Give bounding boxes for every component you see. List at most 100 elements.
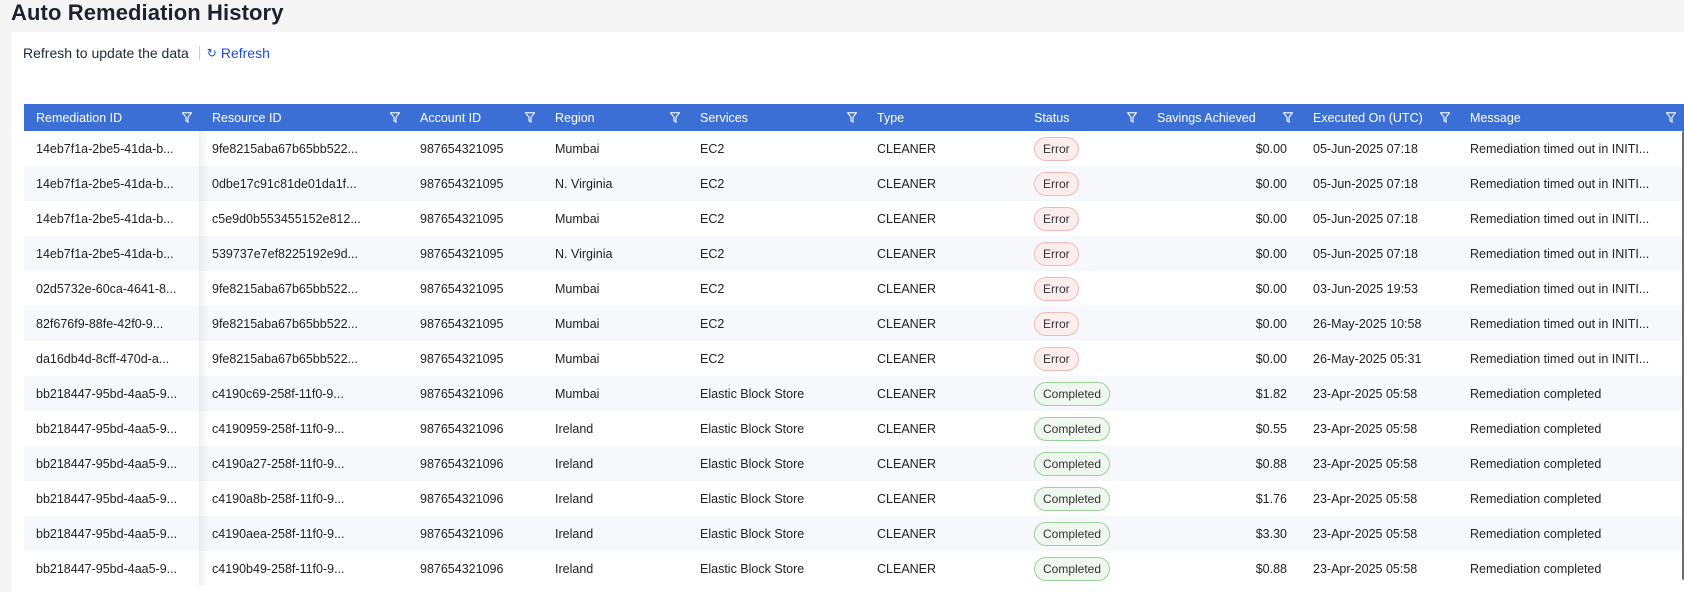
cell-status: Completed	[1022, 551, 1145, 586]
cell-type: CLEANER	[877, 211, 937, 226]
cell-message: Remediation timed out in INITI...	[1470, 246, 1650, 261]
cell-service: EC2	[700, 281, 725, 296]
status-badge: Error	[1034, 276, 1079, 301]
table-row[interactable]: bb218447-95bd-4aa5-9... c4190aea-258f-11f…	[24, 516, 1684, 551]
column-header-message[interactable]: Message	[1458, 104, 1684, 131]
filter-icon[interactable]	[1440, 112, 1450, 123]
cell-message: Remediation timed out in INITI...	[1470, 316, 1650, 331]
cell-type: CLEANER	[877, 316, 937, 331]
cell-resource-id: c4190a27-258f-11f0-9...	[212, 456, 345, 471]
cell-message: Remediation completed	[1470, 491, 1602, 506]
column-header-account-id[interactable]: Account ID	[408, 104, 543, 131]
table-row[interactable]: bb218447-95bd-4aa5-9... c4190959-258f-11f…	[24, 411, 1684, 446]
column-header-region[interactable]: Region	[543, 104, 688, 131]
cell-executed-on: 23-Apr-2025 05:58	[1313, 561, 1418, 576]
cell-region: Ireland	[555, 561, 594, 576]
table-row[interactable]: 14eb7f1a-2be5-41da-b... 0dbe17c91c81de01d…	[24, 166, 1684, 201]
column-header-remediation-id[interactable]: Remediation ID	[24, 104, 200, 131]
column-header-label: Savings Achieved	[1157, 110, 1256, 125]
cell-type: CLEANER	[877, 176, 937, 191]
remediation-table: Remediation ID Resource ID Account ID Re…	[24, 104, 1684, 586]
cell-message: Remediation timed out in INITI...	[1470, 351, 1650, 366]
column-header-status[interactable]: Status	[1022, 104, 1145, 131]
table-row[interactable]: bb218447-95bd-4aa5-9... c4190c69-258f-11f…	[24, 376, 1684, 411]
cell-executed-on: 23-Apr-2025 05:58	[1313, 456, 1418, 471]
table-body: 14eb7f1a-2be5-41da-b... 9fe8215aba67b65bb…	[24, 131, 1684, 586]
column-header-resource-id[interactable]: Resource ID	[200, 104, 408, 131]
cell-status: Error	[1022, 131, 1145, 166]
status-badge: Error	[1034, 311, 1079, 336]
column-header-type[interactable]: Type	[865, 104, 1022, 131]
cell-resource-id: 9fe8215aba67b65bb522...	[212, 351, 358, 366]
cell-status: Completed	[1022, 376, 1145, 411]
cell-account-id: 987654321095	[420, 351, 504, 366]
cell-service: EC2	[700, 211, 725, 226]
cell-region: Mumbai	[555, 386, 600, 401]
cell-resource-id: 9fe8215aba67b65bb522...	[212, 281, 358, 296]
filter-icon[interactable]	[182, 112, 192, 123]
cell-savings: $3.30	[1255, 526, 1287, 541]
filter-icon[interactable]	[670, 112, 680, 123]
cell-message: Remediation completed	[1470, 526, 1602, 541]
cell-status: Error	[1022, 201, 1145, 236]
cell-account-id: 987654321096	[420, 386, 504, 401]
refresh-button[interactable]: ↻ Refresh	[207, 45, 270, 61]
cell-executed-on: 23-Apr-2025 05:58	[1313, 491, 1418, 506]
filter-icon[interactable]	[1127, 112, 1137, 123]
cell-message: Remediation timed out in INITI...	[1470, 141, 1650, 156]
cell-type: CLEANER	[877, 561, 937, 576]
refresh-label: Refresh	[220, 45, 270, 61]
filter-icon[interactable]	[525, 112, 535, 123]
table-row[interactable]: 02d5732e-60ca-4641-8... 9fe8215aba67b65bb…	[24, 271, 1684, 306]
cell-type: CLEANER	[877, 491, 937, 506]
table-row[interactable]: 14eb7f1a-2be5-41da-b... 9fe8215aba67b65bb…	[24, 131, 1684, 166]
column-header-executed-on[interactable]: Executed On (UTC)	[1301, 104, 1458, 131]
cell-service: EC2	[700, 246, 725, 261]
cell-savings: $1.76	[1255, 491, 1287, 506]
cell-savings: $0.00	[1255, 176, 1287, 191]
cell-service: Elastic Block Store	[700, 456, 805, 471]
cell-account-id: 987654321096	[420, 456, 504, 471]
cell-resource-id: c4190c69-258f-11f0-9...	[212, 386, 344, 401]
cell-account-id: 987654321095	[420, 246, 504, 261]
filter-icon[interactable]	[1283, 112, 1293, 123]
table-header: Remediation ID Resource ID Account ID Re…	[24, 104, 1684, 131]
filter-icon[interactable]	[390, 112, 400, 123]
table-row[interactable]: 14eb7f1a-2be5-41da-b... 539737e7ef8225192…	[24, 236, 1684, 271]
column-header-savings-achieved[interactable]: Savings Achieved	[1145, 104, 1301, 131]
cell-savings: $0.00	[1255, 316, 1287, 331]
table-row[interactable]: bb218447-95bd-4aa5-9... c4190a8b-258f-11f…	[24, 481, 1684, 516]
column-header-services[interactable]: Services	[688, 104, 865, 131]
cell-type: CLEANER	[877, 281, 937, 296]
cell-executed-on: 05-Jun-2025 07:18	[1313, 141, 1418, 156]
page-title: Auto Remediation History	[11, 0, 284, 25]
table-row[interactable]: 82f676f9-88fe-42f0-9... 9fe8215aba67b65bb…	[24, 306, 1684, 341]
cell-message: Remediation timed out in INITI...	[1470, 176, 1650, 191]
cell-savings: $0.88	[1255, 561, 1287, 576]
column-header-label: Region	[555, 110, 595, 125]
table-row[interactable]: bb218447-95bd-4aa5-9... c4190b49-258f-11f…	[24, 551, 1684, 586]
cell-type: CLEANER	[877, 526, 937, 541]
cell-savings: $0.00	[1255, 351, 1287, 366]
cell-remediation-id: da16db4d-8cff-470d-a...	[36, 351, 170, 366]
cell-executed-on: 05-Jun-2025 07:18	[1313, 246, 1418, 261]
status-badge: Completed	[1034, 451, 1111, 476]
filter-icon[interactable]	[1666, 112, 1676, 123]
cell-type: CLEANER	[877, 351, 937, 366]
cell-status: Completed	[1022, 411, 1145, 446]
cell-account-id: 987654321095	[420, 211, 504, 226]
cell-resource-id: c4190a8b-258f-11f0-9...	[212, 491, 345, 506]
status-badge: Error	[1034, 241, 1079, 266]
cell-remediation-id: bb218447-95bd-4aa5-9...	[36, 561, 178, 576]
cell-status: Completed	[1022, 481, 1145, 516]
cell-remediation-id: bb218447-95bd-4aa5-9...	[36, 456, 178, 471]
table-row[interactable]: da16db4d-8cff-470d-a... 9fe8215aba67b65bb…	[24, 341, 1684, 376]
cell-region: Mumbai	[555, 351, 600, 366]
cell-service: EC2	[700, 316, 725, 331]
table-row[interactable]: 14eb7f1a-2be5-41da-b... c5e9d0b553455152e…	[24, 201, 1684, 236]
status-badge: Error	[1034, 206, 1079, 231]
filter-icon[interactable]	[847, 112, 857, 123]
cell-executed-on: 05-Jun-2025 07:18	[1313, 176, 1418, 191]
cell-service: Elastic Block Store	[700, 526, 805, 541]
table-row[interactable]: bb218447-95bd-4aa5-9... c4190a27-258f-11f…	[24, 446, 1684, 481]
